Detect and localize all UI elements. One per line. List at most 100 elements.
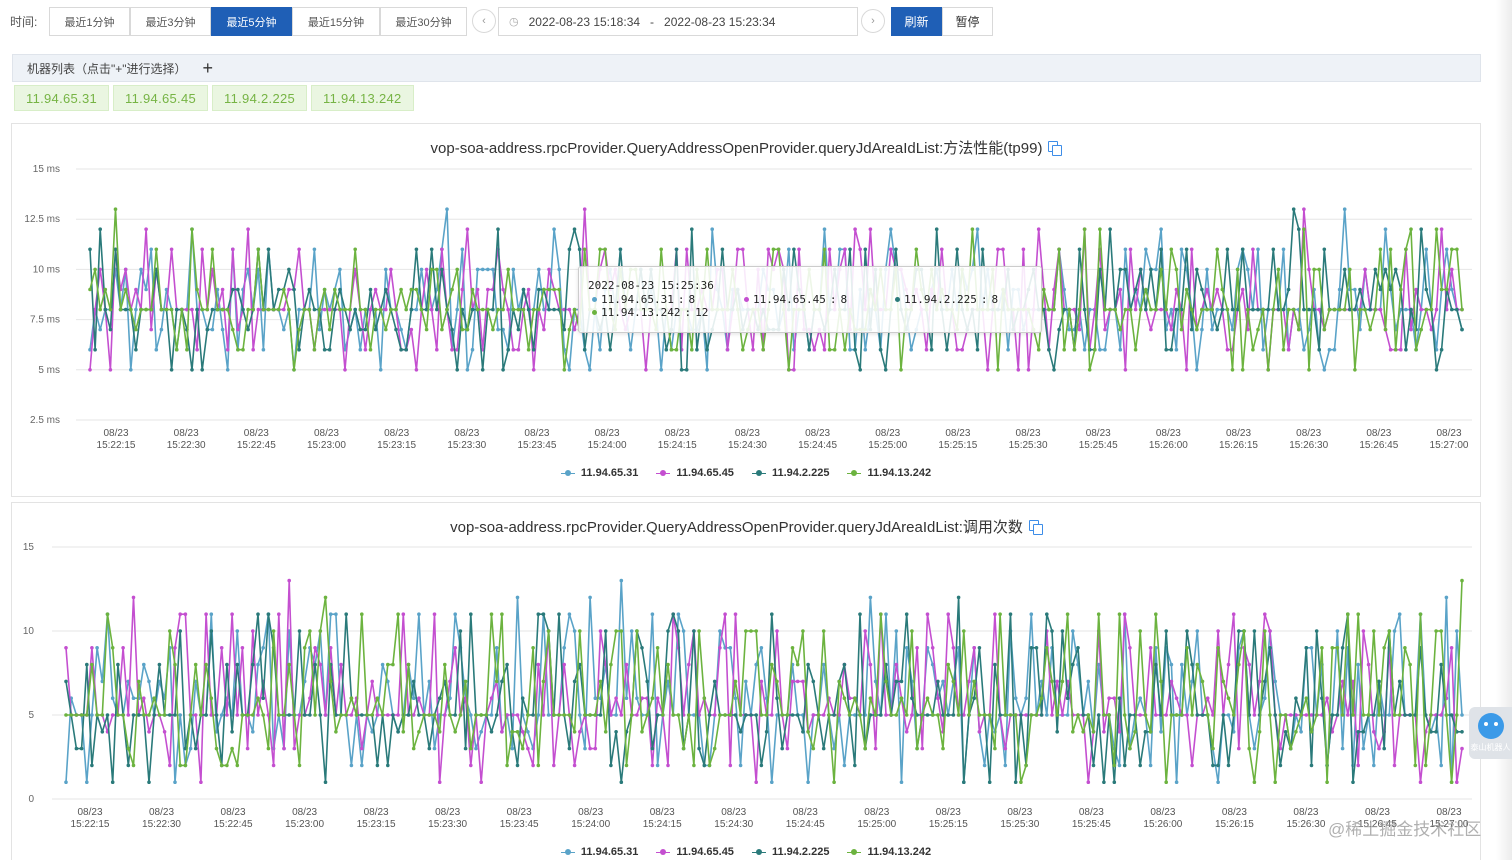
legend-marker	[847, 848, 862, 856]
data-point	[1055, 730, 1059, 734]
data-point	[225, 368, 230, 372]
data-point	[297, 307, 301, 312]
data-point	[982, 713, 987, 717]
data-point	[531, 368, 536, 372]
refresh-button[interactable]: 刷新	[891, 7, 942, 36]
machine-list-title: 机器列表（点击"+"进行选择）	[27, 61, 187, 76]
data-point	[1240, 368, 1245, 372]
data-point	[354, 713, 359, 717]
data-point	[152, 713, 156, 717]
data-point	[1123, 247, 1128, 252]
data-point	[666, 662, 670, 667]
data-point	[537, 267, 541, 272]
data-point	[394, 307, 398, 312]
data-point	[1399, 347, 1403, 352]
legend-item[interactable]: 11.94.2.225	[751, 846, 829, 858]
data-point	[1294, 730, 1298, 734]
range-1min-button[interactable]: 最近1分钟	[49, 7, 130, 36]
plus-icon[interactable]: +	[203, 59, 214, 77]
data-point	[692, 629, 696, 633]
data-point	[110, 713, 115, 717]
copy-icon[interactable]	[1048, 141, 1063, 156]
copy-icon[interactable]	[1028, 520, 1043, 535]
legend-item[interactable]: 11.94.13.242	[847, 467, 931, 479]
range-5min-button[interactable]: 最近5分钟	[211, 7, 292, 36]
data-point	[1247, 746, 1251, 751]
data-point	[505, 662, 509, 667]
pause-button[interactable]: 暂停	[942, 7, 993, 36]
range-3min-button[interactable]: 最近3分钟	[130, 7, 211, 36]
data-point	[241, 347, 245, 352]
chevron-right-icon[interactable]: ›	[861, 9, 885, 33]
data-point	[445, 207, 449, 211]
data-point	[690, 347, 694, 352]
data-point	[1200, 307, 1204, 312]
data-point	[787, 247, 791, 252]
date-range-picker[interactable]: ◷ 2022-08-23 15:18:34 - 2022-08-23 15:23…	[498, 7, 858, 36]
data-point	[88, 247, 92, 252]
x-tick-label: 15:24:30	[714, 819, 753, 830]
data-point	[173, 646, 177, 650]
data-point	[399, 327, 403, 332]
machine-chip[interactable]: 11.94.2.225	[212, 85, 308, 111]
machine-chip[interactable]: 11.94.13.242	[311, 85, 414, 111]
data-point	[414, 287, 419, 292]
legend-item[interactable]: 11.94.65.31	[560, 846, 638, 858]
data-point	[463, 679, 468, 684]
data-point	[79, 746, 84, 751]
data-point	[827, 713, 831, 717]
robot-assistant[interactable]: 泰山机器人	[1469, 707, 1512, 759]
data-point	[1314, 713, 1319, 717]
data-point	[204, 612, 208, 616]
data-point	[858, 247, 862, 252]
data-point	[1133, 287, 1138, 292]
data-point	[1251, 247, 1255, 252]
x-tick-label: 15:22:15	[97, 440, 136, 451]
data-point	[108, 307, 113, 312]
data-point	[98, 307, 102, 312]
data-point	[180, 307, 184, 312]
data-point	[583, 746, 587, 751]
data-point	[1185, 646, 1189, 650]
data-point	[676, 612, 681, 616]
data-point	[220, 327, 225, 332]
range-15min-button[interactable]: 最近15分钟	[292, 7, 380, 36]
data-point	[463, 746, 468, 751]
data-point	[975, 347, 980, 352]
data-point	[302, 713, 307, 717]
data-point	[404, 347, 409, 352]
data-point	[1450, 267, 1454, 272]
legend-item[interactable]: 11.94.65.31	[560, 467, 638, 479]
data-point	[1377, 713, 1381, 717]
data-point	[506, 267, 511, 272]
data-point	[460, 247, 465, 252]
data-point	[1312, 267, 1316, 272]
data-point	[1102, 780, 1106, 784]
data-point	[1237, 662, 1241, 667]
machine-chip[interactable]: 11.94.65.45	[113, 85, 209, 111]
legend-item[interactable]: 11.94.65.45	[656, 846, 734, 858]
chevron-left-icon[interactable]: ‹	[472, 9, 496, 33]
data-point	[1008, 713, 1013, 717]
data-point	[1065, 696, 1070, 700]
data-point	[894, 679, 899, 684]
legend-item[interactable]: 11.94.13.242	[847, 846, 931, 858]
range-30min-button[interactable]: 最近30分钟	[380, 7, 467, 36]
data-point	[406, 713, 411, 717]
data-point	[1019, 713, 1023, 717]
data-point	[338, 287, 342, 292]
data-point	[1189, 327, 1194, 332]
data-point	[1057, 247, 1061, 252]
data-point	[241, 307, 245, 312]
tooltip-dot	[592, 297, 597, 302]
data-point	[349, 763, 354, 768]
data-point	[1052, 368, 1056, 372]
data-point	[1460, 307, 1464, 312]
legend-item[interactable]: 11.94.2.225	[751, 467, 829, 479]
legend-item[interactable]: 11.94.65.45	[656, 467, 734, 479]
x-tick-label: 15:25:30	[1000, 819, 1039, 830]
data-point	[287, 287, 291, 292]
data-point	[1133, 307, 1138, 312]
machine-chip[interactable]: 11.94.65.31	[14, 85, 110, 111]
data-point	[1086, 713, 1091, 717]
